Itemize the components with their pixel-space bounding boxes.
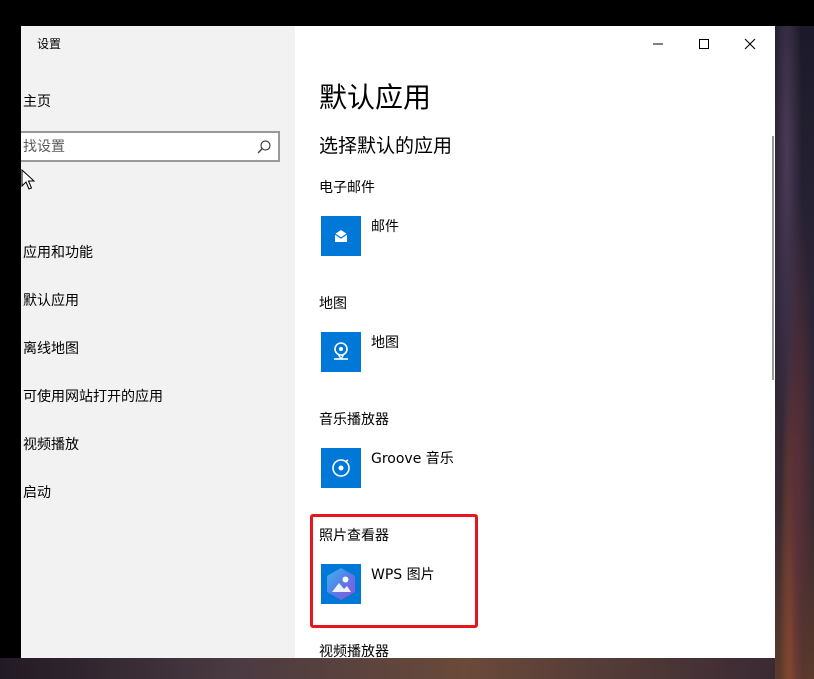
category-label-video-player: 视频播放器: [319, 644, 389, 658]
page-title: 默认应用: [319, 81, 432, 114]
mail-icon: [321, 216, 361, 256]
default-app-email[interactable]: 邮件: [321, 216, 621, 256]
category-label-email: 电子邮件: [319, 180, 375, 196]
close-button[interactable]: [727, 30, 773, 58]
sidebar-item-apps-for-websites[interactable]: 可使用网站打开的应用: [23, 386, 163, 406]
mouse-cursor-icon: [21, 169, 35, 190]
app-name-maps: 地图: [371, 335, 399, 351]
minimize-icon: [653, 43, 663, 45]
app-name-email: 邮件: [371, 219, 399, 235]
search-input[interactable]: 找设置: [23, 139, 65, 155]
groove-music-icon: [321, 448, 361, 488]
maximize-button[interactable]: [681, 30, 727, 58]
sidebar: 设置 主页 找设置 应用和功能 默认应用 离线地图 可使用网站打开的应用 视频播…: [21, 26, 295, 658]
sidebar-item-video-playback[interactable]: 视频播放: [23, 434, 79, 454]
screen-top-bar: [0, 0, 814, 26]
page-subtitle: 选择默认的应用: [319, 135, 453, 157]
vertical-scrollbar[interactable]: [772, 136, 774, 380]
category-label-music-player: 音乐播放器: [319, 412, 389, 428]
minimize-button[interactable]: [635, 30, 681, 58]
sidebar-item-startup[interactable]: 启动: [23, 482, 51, 502]
sidebar-item-apps-features[interactable]: 应用和功能: [23, 242, 93, 262]
settings-window: 设置 主页 找设置 应用和功能 默认应用 离线地图 可使用网站打开的应用 视频播…: [21, 26, 775, 658]
maximize-icon: [699, 39, 709, 49]
default-app-music-player[interactable]: Groove 音乐: [321, 448, 621, 488]
search-box[interactable]: 找设置: [21, 131, 280, 162]
app-name-music-player: Groove 音乐: [371, 451, 454, 467]
main-content: 默认应用 选择默认的应用 电子邮件 邮件 地图 地图 音乐播放器 Groove …: [295, 26, 775, 658]
desktop-background: [775, 26, 814, 679]
desktop-background-bottom: [0, 658, 775, 679]
category-label-maps: 地图: [319, 296, 347, 312]
close-icon: [744, 38, 756, 50]
sidebar-item-default-apps[interactable]: 默认应用: [23, 290, 79, 310]
sidebar-home[interactable]: 主页: [23, 91, 51, 111]
window-title: 设置: [37, 37, 62, 51]
red-highlight-box: [310, 514, 478, 628]
maps-icon: [321, 332, 361, 372]
default-app-maps[interactable]: 地图: [321, 332, 621, 372]
sidebar-item-offline-maps[interactable]: 离线地图: [23, 338, 79, 358]
search-icon[interactable]: [256, 139, 272, 155]
